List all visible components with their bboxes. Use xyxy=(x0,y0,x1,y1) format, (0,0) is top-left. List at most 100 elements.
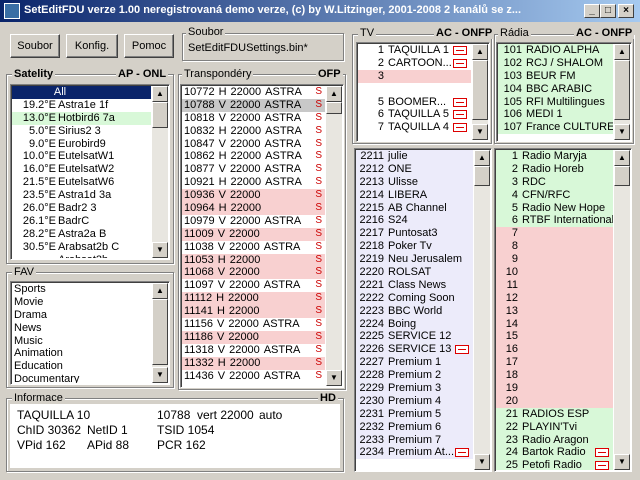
channel-row[interactable]: 2211 julie xyxy=(356,150,473,163)
radio-favorites-list[interactable]: 101 RADIO ALPHA 102 RCJ / SHALOM 103 BEUR FM 1… xyxy=(496,42,632,142)
scroll-thumb[interactable] xyxy=(472,60,488,120)
scroll-thumb[interactable] xyxy=(326,102,342,114)
channel-row[interactable]: 22 PLAYIN'Tvi xyxy=(496,420,613,434)
channel-row[interactable]: 15 xyxy=(496,330,613,344)
channel-row[interactable]: 24 Bartok Radio xyxy=(496,446,613,460)
scroll-thumb[interactable] xyxy=(152,299,168,365)
channel-row[interactable]: 4 CFN/RFC xyxy=(496,188,613,202)
channel-row[interactable]: 6 TAQUILLA 5 xyxy=(358,108,471,122)
channel-row[interactable]: 2219 Neu Jerusalem xyxy=(356,253,473,267)
close-button[interactable]: × xyxy=(618,4,634,18)
channel-row[interactable]: 2213 Ulisse xyxy=(356,175,473,189)
maximize-button[interactable]: □ xyxy=(600,4,616,18)
channel-row[interactable]: 20 xyxy=(496,394,613,408)
fav-scrollbar[interactable]: ▲ ▼ xyxy=(152,283,168,383)
channel-row[interactable]: 21 RADIOS ESP xyxy=(496,407,613,421)
channel-row[interactable]: 2225 SERVICE 12 xyxy=(356,330,473,344)
transponder-row[interactable]: 11068 V 22000 S xyxy=(182,266,325,280)
satellite-row[interactable]: 9.0°E Eurobird9 xyxy=(12,138,151,151)
channel-row[interactable]: 12 xyxy=(496,291,613,305)
channel-row[interactable]: 4 TAQUILLA 10 xyxy=(358,82,471,96)
channel-row[interactable]: 2228 Premium 2 xyxy=(356,369,473,383)
fav-item[interactable]: News xyxy=(12,322,151,335)
satellite-row[interactable]: Arabsat2b xyxy=(12,254,151,258)
minimize-button[interactable]: _ xyxy=(584,4,600,18)
channel-row[interactable]: 17 xyxy=(496,356,613,370)
channel-row[interactable]: 102 RCJ / SHALOM xyxy=(498,56,613,70)
channel-row[interactable]: 104 BBC ARABIC xyxy=(498,82,613,96)
satellite-row[interactable]: 13.0°E Hotbird6 7a xyxy=(12,111,151,125)
channel-row[interactable]: 2217 Puntosat3 xyxy=(356,227,473,241)
satellite-row[interactable]: 30.5°E Arabsat2b C xyxy=(12,241,151,254)
channel-row[interactable]: 2221 Class News xyxy=(356,278,473,292)
satellite-row[interactable]: 16.0°E EutelsatW2 xyxy=(12,163,151,176)
transponder-row[interactable]: 10772 H 22000 ASTRA S xyxy=(182,86,325,99)
fav-item[interactable]: Music xyxy=(12,335,151,348)
transponder-row[interactable]: 10847 V 22000 ASTRA S xyxy=(182,137,325,151)
satellite-row[interactable]: 10.0°E EutelsatW1 xyxy=(12,150,151,163)
transponder-row[interactable]: 11436 V 22000 ASTRA S xyxy=(182,369,325,383)
channel-row[interactable]: 1 TAQUILLA 1 xyxy=(358,44,471,57)
transponder-row[interactable]: 11112 H 22000 S xyxy=(182,292,325,306)
channel-row[interactable]: 2230 Premium 4 xyxy=(356,394,473,408)
channel-row[interactable]: 2231 Premium 5 xyxy=(356,407,473,421)
fav-item[interactable]: Animation xyxy=(12,347,151,360)
satellite-row[interactable]: 5.0°E Sirius2 3 xyxy=(12,125,151,138)
channel-row[interactable]: 5 Radio New Hope xyxy=(496,201,613,215)
satellite-row[interactable]: 26.1°E BadrC xyxy=(12,215,151,228)
channel-row[interactable]: 2226 SERVICE 13 xyxy=(356,343,473,357)
channel-row[interactable]: 2224 Boing xyxy=(356,317,473,331)
scroll-down-icon[interactable]: ▼ xyxy=(152,367,168,383)
transponder-row[interactable]: 10788 V 22000 ASTRA S xyxy=(182,98,325,112)
transponder-scrollbar[interactable]: ▲ ▼ xyxy=(326,86,342,386)
channel-row[interactable]: 2229 Premium 3 xyxy=(356,382,473,395)
transponder-row[interactable]: 11318 V 22000 ASTRA S xyxy=(182,343,325,357)
scroll-up-icon[interactable]: ▲ xyxy=(152,86,168,102)
channel-row[interactable]: 11 xyxy=(496,278,613,292)
scroll-up-icon[interactable]: ▲ xyxy=(614,150,630,166)
transponder-row[interactable]: 10877 V 22000 ASTRA S xyxy=(182,163,325,177)
channel-row[interactable]: 19 xyxy=(496,382,613,395)
channel-row[interactable]: 2215 AB Channel xyxy=(356,201,473,215)
channel-row[interactable]: 2227 Premium 1 xyxy=(356,356,473,370)
radio-channel-scrollbar[interactable]: ▲ ▼ xyxy=(614,150,630,470)
scroll-thumb[interactable] xyxy=(474,166,490,186)
channel-row[interactable]: 2 CARTOON... xyxy=(358,56,471,70)
satellite-row[interactable]: 19.2°E Astra1e 1f xyxy=(12,99,151,112)
scroll-up-icon[interactable]: ▲ xyxy=(614,44,630,60)
channel-row[interactable]: 7 xyxy=(496,227,613,241)
transponder-row[interactable]: 11097 V 22000 ASTRA S xyxy=(182,279,325,293)
satellite-scrollbar[interactable]: ▲ ▼ xyxy=(152,86,168,258)
channel-row[interactable]: 2220 ROLSAT xyxy=(356,266,473,279)
channel-row[interactable]: 2214 LIBERA xyxy=(356,188,473,202)
channel-row[interactable]: 13 xyxy=(496,304,613,318)
channel-row[interactable]: 3 RDC xyxy=(496,175,613,189)
transponder-row[interactable]: 11038 V 22000 ASTRA S xyxy=(182,240,325,254)
channel-row[interactable]: 2216 S24 xyxy=(356,214,473,228)
fav-item[interactable]: Documentary xyxy=(12,373,151,383)
channel-row[interactable]: 2223 BBC World xyxy=(356,304,473,318)
transponder-row[interactable]: 11009 V 22000 S xyxy=(182,227,325,241)
konfig-button[interactable]: Konfig. xyxy=(66,34,118,58)
channel-row[interactable]: 6 RTBF International xyxy=(496,214,613,228)
transponder-row[interactable]: 10964 H 22000 S xyxy=(182,202,325,215)
scroll-up-icon[interactable]: ▲ xyxy=(474,150,490,166)
radio-fav-scrollbar[interactable]: ▲ ▼ xyxy=(614,44,630,140)
channel-row[interactable]: 2218 Poker Tv xyxy=(356,240,473,254)
transponder-row[interactable]: 11186 V 22000 S xyxy=(182,330,325,344)
scroll-up-icon[interactable]: ▲ xyxy=(326,86,342,102)
scroll-down-icon[interactable]: ▼ xyxy=(326,370,342,386)
channel-row[interactable]: 7 TAQUILLA 4 xyxy=(358,121,471,135)
scroll-thumb[interactable] xyxy=(614,166,630,186)
pomoc-button[interactable]: Pomoc xyxy=(124,34,174,58)
channel-row[interactable]: 16 xyxy=(496,343,613,357)
scroll-thumb[interactable] xyxy=(614,60,630,120)
scroll-down-icon[interactable]: ▼ xyxy=(472,124,488,140)
channel-row[interactable]: 107 France CULTURE xyxy=(498,121,613,135)
channel-row[interactable]: 2212 ONE xyxy=(356,162,473,176)
channel-row[interactable]: 25 Petofi Radio xyxy=(496,459,613,470)
channel-row[interactable]: 14 xyxy=(496,317,613,331)
satellite-row[interactable]: 23.5°E Astra1d 3a xyxy=(12,189,151,202)
transponder-row[interactable]: 10818 V 22000 ASTRA S xyxy=(182,111,325,125)
channel-row[interactable]: 10 xyxy=(496,266,613,279)
